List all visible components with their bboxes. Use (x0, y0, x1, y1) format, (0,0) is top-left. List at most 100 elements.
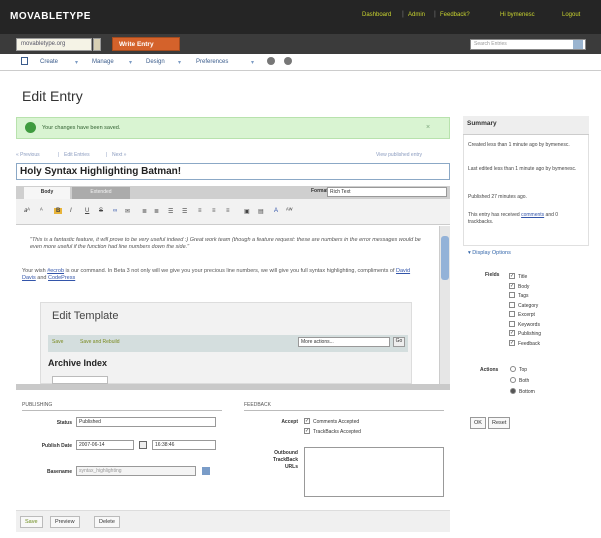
tab-extended[interactable]: Extended (72, 187, 130, 199)
app-logo[interactable]: MOVABLETYPE (10, 11, 91, 22)
action-radio-top[interactable] (510, 366, 516, 372)
field-checkbox-category[interactable] (509, 301, 515, 308)
user-greeting[interactable]: Hi bymenesc (500, 12, 535, 18)
publish-date-label: Publish Date (41, 443, 72, 449)
italic-icon[interactable]: I (70, 208, 72, 214)
blog-selector-arrow-icon[interactable] (93, 38, 101, 51)
editor-resize-handle[interactable] (16, 384, 450, 390)
admin-link[interactable]: Admin (408, 12, 425, 18)
reset-button[interactable]: Reset (488, 417, 511, 429)
align-right-icon[interactable]: ≡ (226, 208, 230, 214)
menu-create-arrow-icon[interactable]: ▾ (75, 59, 78, 66)
blog-home-icon[interactable] (21, 57, 28, 65)
calendar-icon[interactable] (139, 441, 147, 449)
field-checkbox-keywords[interactable] (509, 320, 515, 327)
embedded-save: Save (52, 339, 64, 345)
edit-entries-link[interactable]: Edit Entries (64, 152, 90, 158)
ordered-list-icon[interactable]: ☰ (182, 208, 187, 215)
display-options-toggle[interactable]: ▾ Display Options (468, 250, 511, 256)
text-color-icon[interactable]: A (274, 208, 278, 214)
menu-design[interactable]: Design (146, 59, 165, 65)
strikethrough-icon[interactable]: S (99, 208, 103, 214)
editor-link[interactable]: #ecrob (47, 268, 64, 274)
outbound-label-1: Outbound (274, 450, 298, 456)
divider (22, 410, 222, 411)
wysiwyg-toggle-icon[interactable]: ᴬᵂ (286, 208, 292, 214)
link-icon[interactable]: ∞ (113, 208, 117, 214)
basename-input[interactable]: syntax_highlighting (76, 466, 196, 476)
summary-feedback-text: This entry has received (468, 212, 520, 218)
gear-icon[interactable] (267, 57, 275, 65)
menu-manage[interactable]: Manage (92, 59, 114, 65)
file-icon[interactable]: ▤ (258, 208, 264, 215)
feedback-heading: FEEDBACK (244, 402, 271, 408)
field-checkbox-title[interactable]: ✓ (509, 273, 515, 279)
menu-manage-arrow-icon[interactable]: ▾ (129, 59, 132, 66)
button-bar (16, 510, 450, 532)
lock-icon[interactable] (202, 467, 210, 475)
status-select[interactable]: Published (76, 417, 216, 427)
menu-create[interactable]: Create (40, 59, 58, 65)
dashboard-link[interactable]: Dashboard (362, 12, 391, 18)
blog-selector[interactable]: movabletype.org (16, 38, 92, 51)
summary-published: Published 27 minutes ago. (468, 194, 527, 200)
separator: | (434, 11, 436, 18)
nav-separator: | (58, 152, 60, 158)
field-label: Title (518, 274, 528, 280)
fields-label: Fields (485, 272, 500, 278)
font-size-icon[interactable]: 𝑎ᴬ (24, 208, 30, 215)
format-select[interactable]: Rich Text (327, 187, 447, 197)
search-icon[interactable] (573, 40, 583, 49)
image-icon[interactable]: ▣ (244, 208, 250, 215)
field-checkbox-tags[interactable] (509, 292, 515, 298)
menu-design-arrow-icon[interactable]: ▾ (178, 59, 181, 66)
menu-preferences-arrow-icon[interactable]: ▾ (251, 59, 254, 66)
preview-button[interactable]: Preview (50, 516, 80, 528)
field-checkbox-body[interactable]: ✓ (509, 282, 515, 289)
outdent-icon[interactable]: ≣ (154, 208, 159, 215)
ok-button[interactable]: OK (470, 417, 486, 429)
comments-label: Comments Accepted (313, 419, 360, 425)
unordered-list-icon[interactable]: ☰ (168, 208, 173, 215)
close-icon[interactable]: × (426, 124, 430, 131)
editor-toolbar (16, 199, 450, 225)
delete-button[interactable]: Delete (94, 516, 120, 528)
write-entry-button[interactable]: Write Entry (112, 37, 180, 51)
save-button[interactable]: Save (20, 516, 43, 528)
menu-preferences[interactable]: Preferences (196, 59, 228, 65)
summary-heading: Summary (463, 116, 589, 135)
indent-icon[interactable]: ≣ (142, 208, 147, 215)
align-left-icon[interactable]: ≡ (198, 208, 202, 214)
feedback-link[interactable]: Feedback? (440, 12, 470, 18)
tab-body[interactable]: Body (24, 187, 70, 199)
comments-link[interactable]: comments (521, 212, 544, 218)
field-checkbox-feedback[interactable]: ✓ (509, 339, 515, 346)
underline-icon[interactable]: U (85, 208, 89, 214)
editor-text: is our command. In Beta 3 not only will … (65, 268, 395, 274)
logout-link[interactable]: Logout (562, 12, 580, 18)
editor-scrollbar-thumb[interactable] (441, 236, 449, 280)
search-input[interactable]: Search Entries (470, 39, 586, 50)
email-icon[interactable]: ✉ (125, 208, 130, 215)
entry-title-input[interactable]: Holy Syntax Highlighting Batman! (16, 163, 450, 180)
font-style-icon[interactable]: ᴬ (40, 208, 43, 214)
field-checkbox-excerpt[interactable] (509, 311, 515, 317)
publish-date-input[interactable]: 2007-06-14 (76, 440, 134, 450)
field-checkbox-publishing[interactable]: ✓ (509, 330, 515, 336)
tools-icon[interactable] (284, 57, 292, 65)
publish-time-input[interactable]: 16:38:46 (152, 440, 216, 450)
action-radio-both[interactable] (510, 377, 516, 383)
action-radio-bottom[interactable] (510, 388, 516, 394)
next-link[interactable]: Next » (112, 152, 126, 158)
comments-checkbox[interactable]: ✓ (304, 418, 310, 424)
bold-icon[interactable]: B (54, 208, 63, 214)
align-center-icon[interactable]: ≡ (212, 208, 216, 214)
outbound-trackback-textarea[interactable] (304, 447, 444, 497)
editor-link[interactable]: CodePress (48, 275, 75, 281)
previous-link[interactable]: « Previous (16, 152, 40, 158)
trackbacks-checkbox[interactable]: ✓ (304, 428, 310, 434)
embedded-title: Edit Template (52, 310, 119, 322)
view-published-link[interactable]: View published entry (376, 152, 422, 158)
embedded-more-actions: More actions... (298, 337, 390, 347)
embedded-archive-index: Archive Index (48, 358, 108, 368)
